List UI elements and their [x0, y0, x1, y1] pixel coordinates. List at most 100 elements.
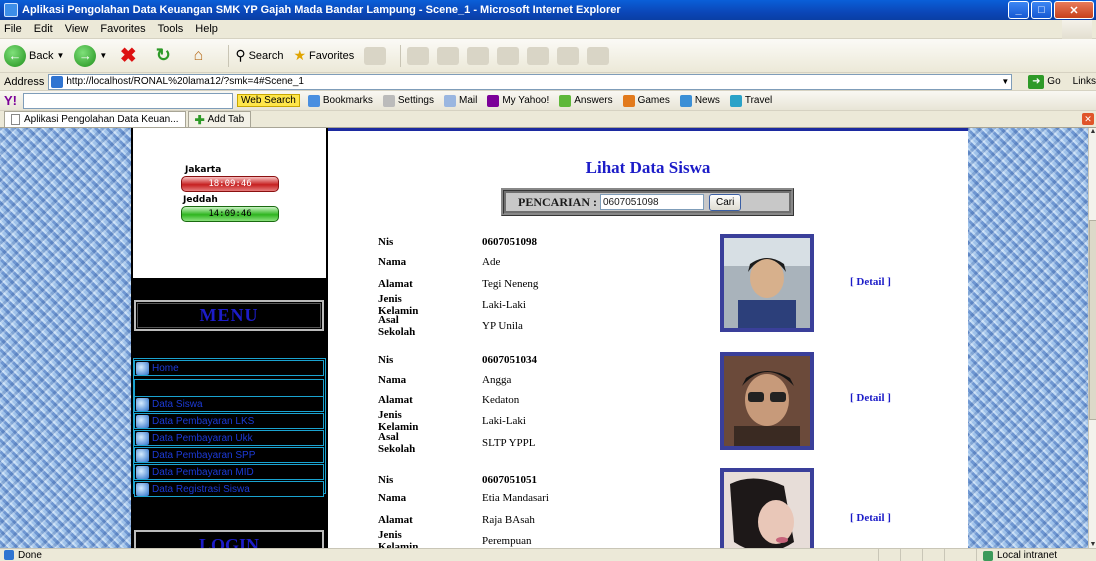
menu-favorites[interactable]: Favorites [100, 23, 145, 35]
back-dropdown-icon[interactable]: ▼ [56, 51, 64, 60]
nav-bullet-icon [136, 465, 149, 479]
users-icon[interactable] [587, 46, 610, 65]
travel-icon [729, 94, 742, 107]
tab-active[interactable]: Aplikasi Pengolahan Data Keuan... [4, 111, 186, 127]
search-button[interactable]: ⚲ Search [235, 47, 283, 64]
menu-view[interactable]: View [65, 23, 89, 35]
address-label: Address [4, 75, 45, 88]
back-button[interactable]: ← Back ▼ [4, 44, 64, 67]
menu-file[interactable]: File [4, 23, 22, 35]
my-yahoo-label: My Yahoo! [502, 95, 550, 106]
bookmarks-button[interactable]: Bookmarks [307, 94, 373, 107]
search-label: PENCARIAN : [518, 194, 597, 209]
stop-button[interactable]: ✖ [117, 45, 142, 67]
detail-link[interactable]: [ Detail ] [850, 512, 891, 524]
tab-bar: Aplikasi Pengolahan Data Keuan... ✚ Add … [0, 111, 1096, 128]
sidebar-item-pembayaran-lks[interactable]: Data Pembayaran LKS [134, 413, 324, 429]
sidebar-item-data-siswa[interactable]: Data Siswa [134, 396, 324, 412]
research-icon[interactable] [527, 46, 550, 65]
links-button[interactable]: Links [1073, 76, 1096, 87]
mail-icon[interactable] [407, 46, 430, 65]
news-button[interactable]: News [679, 94, 720, 107]
search-label: Search [248, 49, 284, 62]
forward-button[interactable]: → ▼ [74, 44, 107, 67]
menu-help[interactable]: Help [195, 23, 218, 35]
envelope-icon [444, 94, 456, 107]
menu-tools[interactable]: Tools [158, 23, 184, 35]
field-label: Nis [378, 354, 394, 366]
scrollbar-thumb[interactable] [1089, 220, 1096, 420]
bookmarks-icon [307, 94, 320, 107]
forward-dropdown-icon[interactable]: ▼ [99, 51, 107, 60]
add-tab-label: Add Tab [207, 114, 245, 125]
field-label: Nama [378, 492, 407, 504]
games-icon [622, 94, 635, 107]
travel-label: Travel [744, 95, 773, 106]
close-tab-icon[interactable]: ✕ [1082, 113, 1094, 125]
standard-toolbar: ← Back ▼ → ▼ ✖ ↻ ⌂ ⚲ Search ★ Favorites [0, 39, 1096, 73]
travel-button[interactable]: Travel [729, 94, 773, 107]
history-icon[interactable] [364, 46, 387, 65]
sidebar-empty-row [134, 379, 324, 397]
search-input[interactable]: 0607051098 [600, 194, 704, 210]
go-button[interactable]: ➜ Go [1028, 74, 1061, 89]
sidebar-item-pembayaran-spp[interactable]: Data Pembayaran SPP [134, 447, 324, 463]
clock-city-1: Jakarta [185, 165, 222, 175]
maximize-button[interactable]: □ [1031, 1, 1052, 19]
favorites-button[interactable]: ★ Favorites [293, 47, 354, 64]
clock-time-2: 14:09:46 [181, 206, 279, 222]
sidebar-item-pembayaran-ukk[interactable]: Data Pembayaran Ukk [134, 430, 324, 446]
print-icon[interactable] [437, 46, 460, 65]
field-value: 0607051051 [482, 474, 537, 486]
messenger-icon[interactable] [557, 46, 580, 65]
sidebar-item-label: Data Siswa [152, 398, 203, 410]
detail-link[interactable]: [ Detail ] [850, 276, 891, 288]
add-tab-button[interactable]: ✚ Add Tab [187, 111, 252, 127]
field-label: Nama [378, 256, 407, 268]
answers-button[interactable]: Answers [559, 94, 613, 107]
web-search-label: Web Search [241, 95, 296, 106]
intranet-icon [983, 550, 993, 561]
refresh-button[interactable]: ↻ [152, 45, 177, 67]
detail-link[interactable]: [ Detail ] [850, 392, 891, 404]
window-title: Aplikasi Pengolahan Data Keuangan SMK YP… [22, 4, 621, 16]
go-arrow-icon: ➜ [1028, 74, 1045, 89]
discuss-icon[interactable] [497, 46, 520, 65]
address-dropdown-icon[interactable]: ▼ [1001, 77, 1009, 86]
yahoo-search-input[interactable] [23, 92, 233, 109]
web-search-button[interactable]: Web Search [237, 94, 300, 107]
sidebar-item-label: Data Pembayaran MID [152, 466, 254, 478]
page-icon [51, 75, 64, 88]
sidebar-item-pembayaran-mid[interactable]: Data Pembayaran MID [134, 464, 324, 480]
forward-arrow-icon: → [74, 44, 97, 67]
home-icon: ⌂ [193, 46, 204, 64]
sidebar-item-label: Data Pembayaran Ukk [152, 432, 253, 444]
menu-edit[interactable]: Edit [34, 23, 53, 35]
scroll-up-icon[interactable]: ▲ [1089, 128, 1096, 135]
field-label: Jenis Kelamin [378, 529, 419, 548]
yahoo-logo-icon[interactable]: Y! [4, 93, 17, 108]
sidebar-item-registrasi-siswa[interactable]: Data Registrasi Siswa [134, 481, 324, 497]
vertical-scrollbar[interactable]: ▲ ▼ [1088, 128, 1096, 548]
zone-label: Local intranet [997, 550, 1058, 561]
page-icon [11, 114, 20, 125]
home-button[interactable]: ⌂ [187, 45, 212, 67]
answers-icon [559, 94, 572, 107]
sidebar-item-home[interactable]: Home [134, 360, 324, 376]
my-yahoo-button[interactable]: My Yahoo! [487, 94, 550, 107]
toolbar-separator [228, 44, 230, 67]
settings-button[interactable]: Settings [382, 94, 434, 107]
scroll-down-icon[interactable]: ▼ [1089, 541, 1096, 548]
mail-button[interactable]: Mail [444, 94, 477, 107]
search-submit-button[interactable]: Cari [709, 193, 742, 211]
minimize-button[interactable]: _ [1008, 1, 1029, 19]
field-value: Kedaton [482, 394, 520, 406]
student-photo-image [724, 472, 810, 548]
ie-app-icon [4, 3, 18, 17]
games-button[interactable]: Games [622, 94, 670, 107]
left-sidebar: Jakarta 18:09:46 Jeddah 14:09:46 MENU Ho… [131, 128, 328, 548]
main-content: Lihat Data Siswa PENCARIAN : 0607051098 … [328, 128, 968, 548]
address-input[interactable]: http://localhost/RONAL%20lama12/?smk=4#S… [48, 73, 1013, 90]
edit-icon[interactable] [467, 46, 490, 65]
close-window-button[interactable]: ✕ [1054, 1, 1094, 19]
